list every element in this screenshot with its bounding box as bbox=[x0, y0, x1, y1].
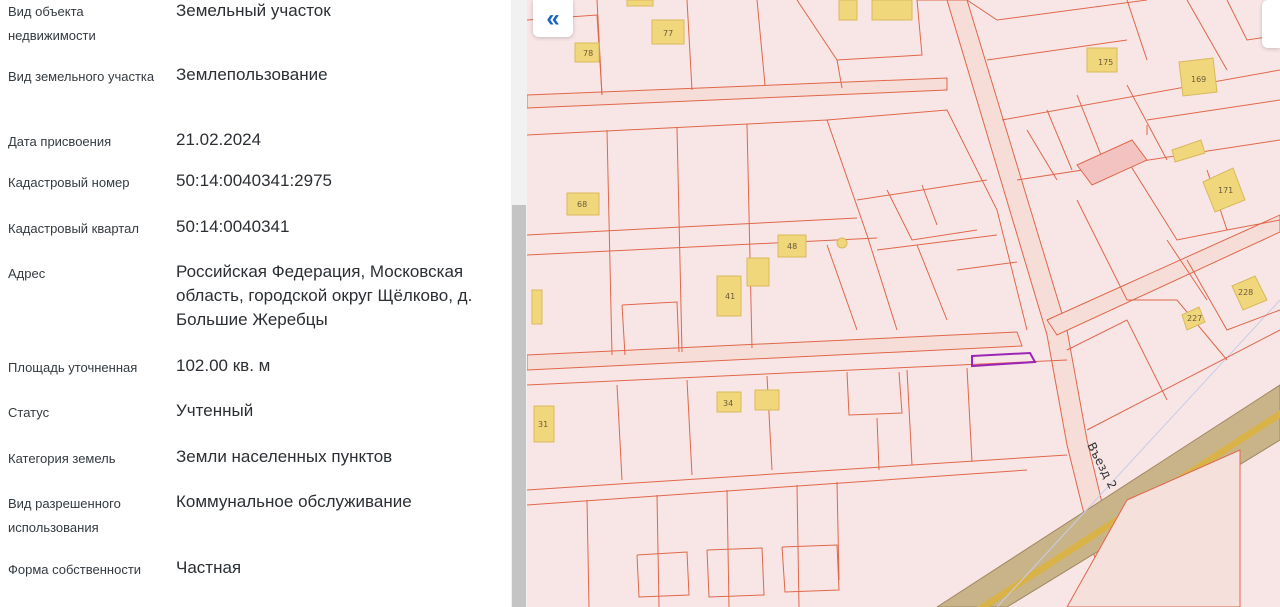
parcel-label: 169 bbox=[1191, 75, 1206, 84]
field-label: Адрес bbox=[8, 266, 46, 281]
parcel-label: 78 bbox=[583, 49, 593, 58]
field-value: Коммунальное обслуживание bbox=[176, 492, 412, 511]
parcel-label: 227 bbox=[1187, 314, 1202, 323]
field-value: Частная bbox=[176, 558, 242, 577]
field-label: Статус bbox=[8, 405, 50, 420]
parcel-label: 41 bbox=[725, 292, 735, 301]
field-value: Земельный участок bbox=[176, 1, 331, 20]
parcel-label: 228 bbox=[1238, 288, 1253, 297]
field-label: Форма собственности bbox=[8, 562, 142, 577]
road-top bbox=[527, 77, 948, 109]
parcel-label: 175 bbox=[1098, 58, 1113, 67]
cadastral-map[interactable]: 78 77 175 169 68 48 41 171 228 227 34 31… bbox=[527, 0, 1280, 607]
field-label: Вид разрешенного использования bbox=[8, 496, 121, 535]
parcel-label: 77 bbox=[663, 29, 673, 38]
field-label: Категория земель bbox=[8, 451, 116, 466]
parcel-label: 68 bbox=[577, 200, 587, 209]
field-label: Площадь уточненная bbox=[8, 360, 138, 375]
parcel-label: 171 bbox=[1218, 186, 1233, 195]
highlighted-land bbox=[1076, 139, 1148, 186]
map-canvas[interactable]: 78 77 175 169 68 48 41 171 228 227 34 31… bbox=[527, 0, 1280, 607]
field-value[interactable]: 50:14:0040341:2975 bbox=[176, 169, 496, 193]
scrollbar-thumb[interactable] bbox=[512, 205, 526, 607]
field-value: Земли населенных пунктов bbox=[176, 447, 393, 466]
field-value: 21.02.2024 bbox=[176, 130, 262, 149]
parcel-label: 34 bbox=[723, 399, 733, 408]
panel-scrollbar[interactable] bbox=[511, 0, 527, 607]
field-label: Дата присвоения bbox=[8, 134, 112, 149]
field-value[interactable]: 50:14:0040341 bbox=[176, 215, 496, 239]
field-label: Кадастровый номер bbox=[8, 175, 130, 190]
field-value: Российская Федерация, Московская область… bbox=[176, 262, 473, 329]
field-label: Вид земельного участка bbox=[8, 69, 155, 84]
road-diagonal bbox=[1046, 214, 1280, 336]
field-label: Кадастровый квартал bbox=[8, 221, 139, 236]
field-value: 102.00 кв. м bbox=[176, 356, 271, 375]
parcel-label: 31 bbox=[538, 420, 548, 429]
parcel-label: 48 bbox=[787, 242, 797, 251]
double-chevron-left-icon: « bbox=[546, 4, 560, 32]
map-tool-button[interactable] bbox=[1262, 0, 1280, 48]
field-label: Вид объекта недвижимости bbox=[8, 4, 96, 43]
road-middle bbox=[527, 331, 1023, 371]
object-info-panel: Вид объекта недвижимости Земельный участ… bbox=[0, 0, 511, 607]
field-value: Учтенный bbox=[176, 401, 254, 420]
field-value: Землепользование bbox=[176, 65, 328, 84]
collapse-panel-button[interactable]: « bbox=[533, 0, 573, 37]
